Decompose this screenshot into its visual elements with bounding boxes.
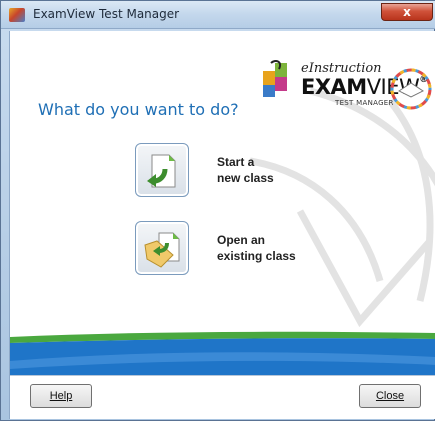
open-existing-class-button[interactable] [135,221,189,275]
start-new-class-option[interactable]: Start a new class [135,143,335,203]
logo-einstruction-text: eInstruction [301,61,382,76]
examview-app-icon [9,8,25,22]
einstruction-logo-icon [263,60,287,97]
title-bar[interactable]: ExamView Test Manager x [1,1,435,29]
help-button[interactable]: Help [30,384,92,408]
window-title: ExamView Test Manager [33,7,180,21]
window-close-button[interactable]: x [381,3,433,21]
new-document-icon [147,154,176,188]
logo-subtitle: TEST MANAGER [335,99,394,107]
color-wheel-icon [390,68,432,110]
dialog-body: eInstruction EXAMVIEW® TEST MANAGER What… [9,31,435,419]
start-new-class-button[interactable] [135,143,189,197]
open-existing-class-label[interactable]: Open an existing class [217,232,296,264]
open-folder-icon [144,232,180,268]
open-existing-class-option[interactable]: Open an existing class [135,221,335,281]
decorative-color-stripe [10,331,435,375]
examview-logo: eInstruction EXAMVIEW® TEST MANAGER [257,55,435,125]
page-heading: What do you want to do? [38,100,239,119]
close-button[interactable]: Close [359,384,421,408]
start-new-class-label[interactable]: Start a new class [217,154,274,186]
app-window: ExamView Test Manager x eInstruction EXA… [0,0,435,421]
dialog-footer: Help Close [10,375,435,419]
